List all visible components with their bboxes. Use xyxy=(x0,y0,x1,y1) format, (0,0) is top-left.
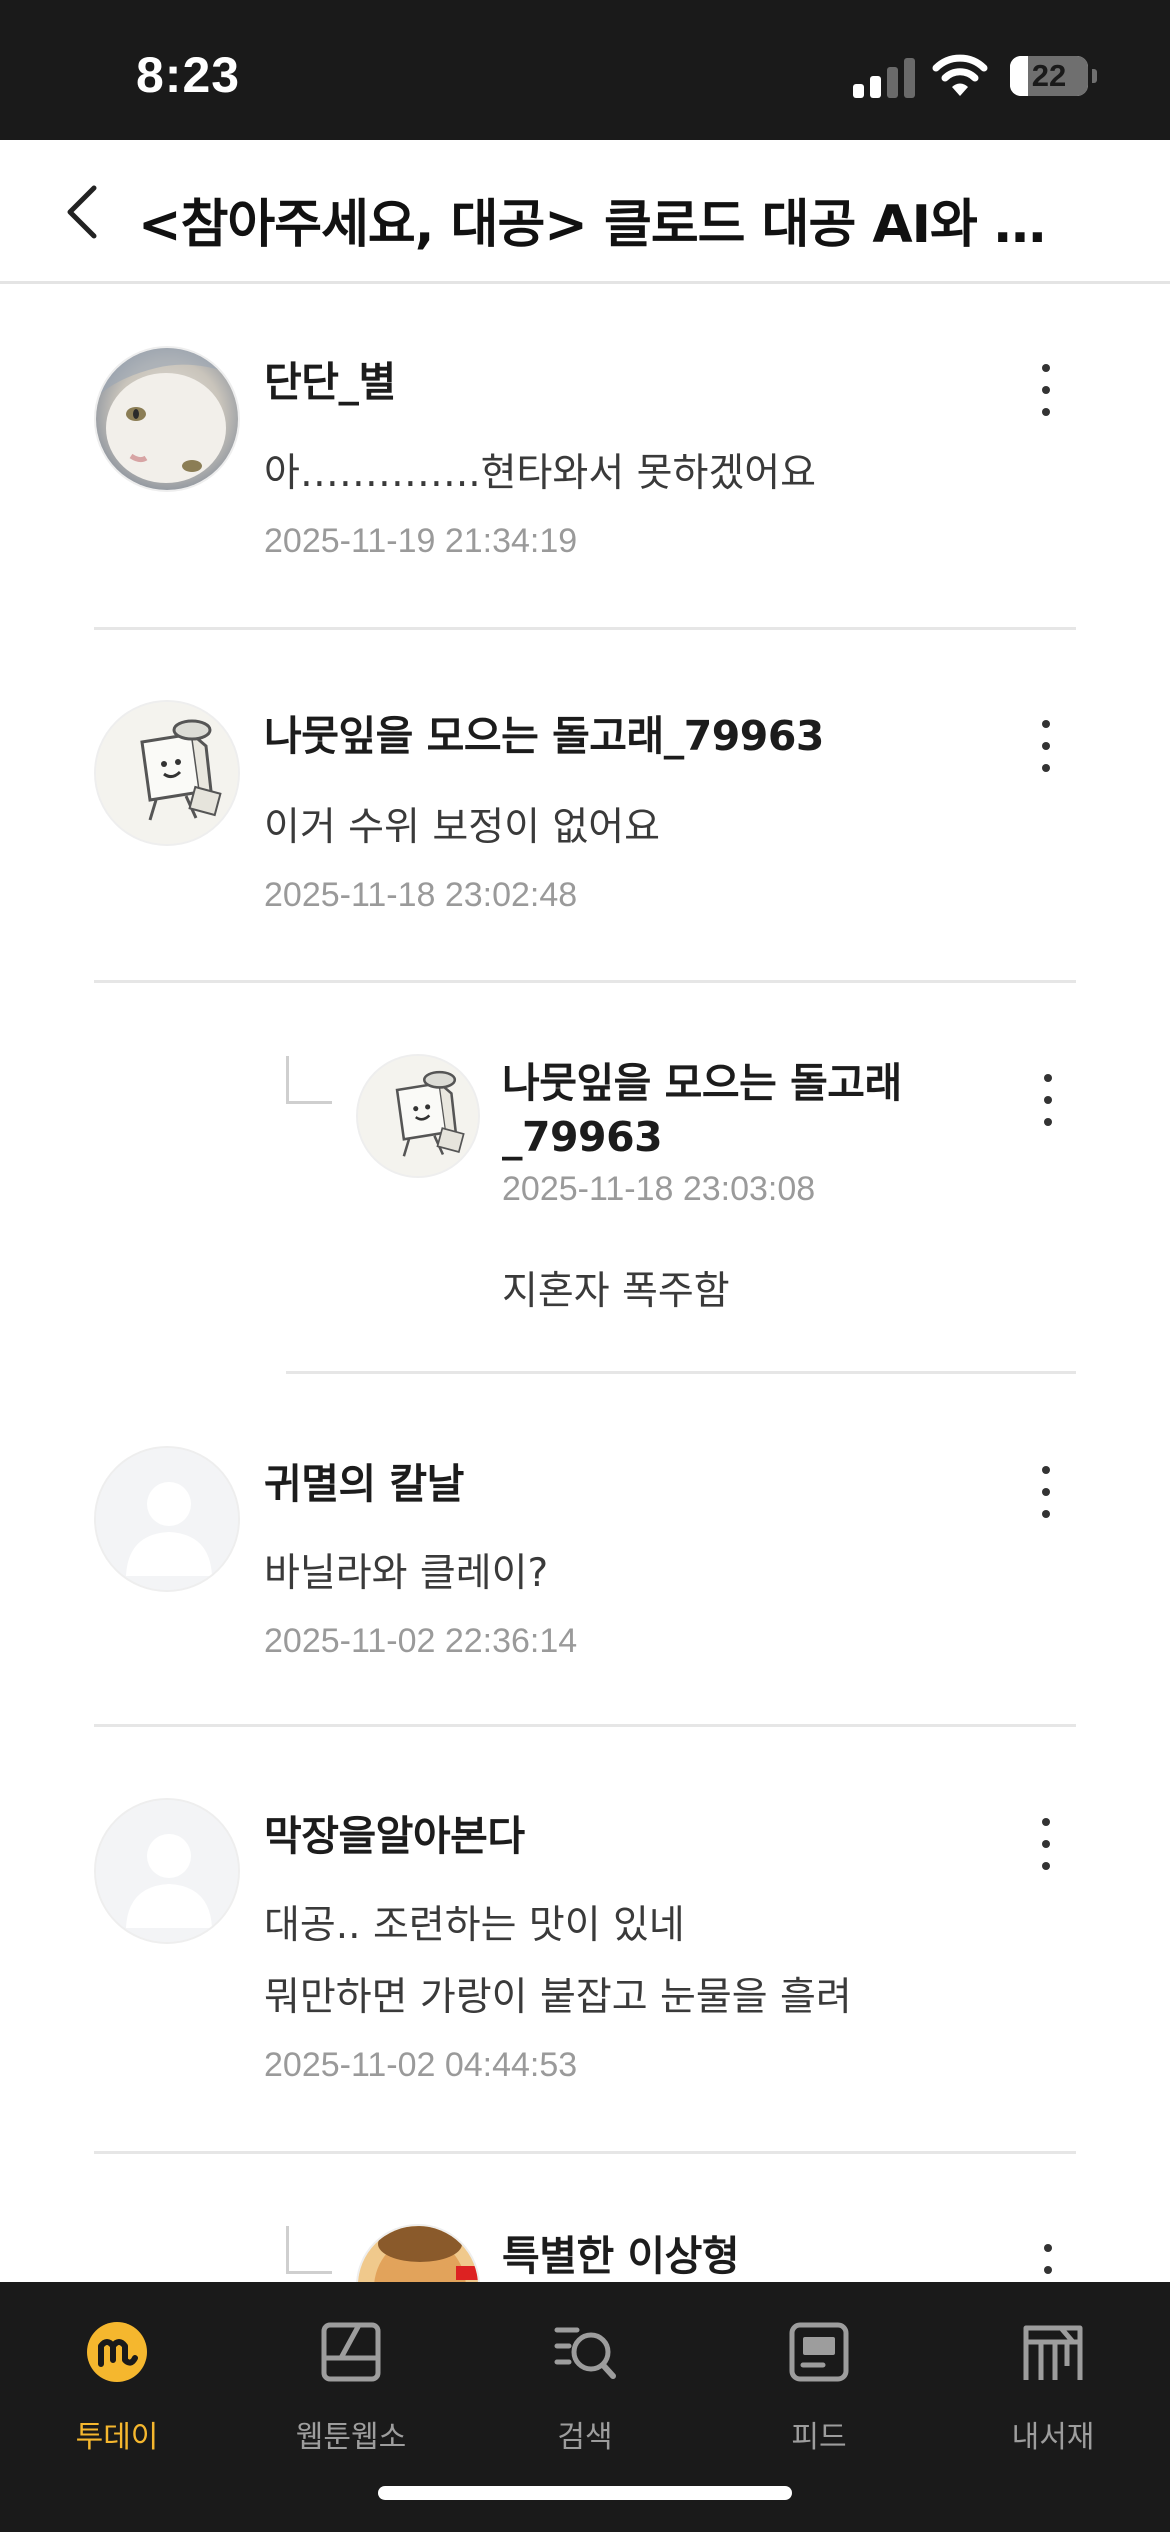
page-title: <참아주세요, 대공> 클로드 대공 AI와 심… xyxy=(138,195,1058,255)
avatar[interactable] xyxy=(94,700,240,846)
nav-label: 웹툰웹소 xyxy=(295,2420,407,2455)
reply-text: 지혼자 폭주함 xyxy=(502,1269,730,1314)
nav-tab-today[interactable]: 투데이 xyxy=(0,2300,234,2455)
comment-timestamp: 2025-11-02 04:44:53 xyxy=(264,2046,578,2084)
status-bar: 8:23 22 xyxy=(0,0,1170,140)
nav-label: 피드 xyxy=(791,2420,847,2455)
more-options-button[interactable] xyxy=(1026,716,1066,776)
comment-text: 바닐라와 클레이? xyxy=(264,1551,549,1596)
default-user-avatar-icon xyxy=(96,1448,238,1590)
character-avatar-image xyxy=(358,2226,478,2282)
divider xyxy=(94,627,1076,630)
divider xyxy=(94,2151,1076,2154)
divider xyxy=(286,1371,1076,1374)
box-character-avatar-image xyxy=(358,1056,478,1176)
default-user-avatar-icon xyxy=(96,1800,238,1942)
more-options-button[interactable] xyxy=(1026,1462,1066,1522)
nav-tab-search[interactable]: 검색 xyxy=(468,2300,702,2455)
nav-tab-feed[interactable]: 피드 xyxy=(702,2300,936,2455)
wifi-icon xyxy=(932,54,988,96)
reply-username-line-2: _79963 xyxy=(502,1113,663,1161)
comment-username[interactable]: 막장을알아본다 xyxy=(264,1802,525,1862)
nav-tab-library[interactable]: 내서재 xyxy=(936,2300,1170,2455)
comment-username[interactable]: 단단_별 xyxy=(264,348,396,408)
avatar[interactable] xyxy=(94,1446,240,1592)
webtoon-icon xyxy=(321,2322,381,2382)
comment-item: 막장을알아본다 대공.. 조련하는 맛이 있네 뭐만하면 가랑이 붙잡고 눈물을… xyxy=(94,1798,1076,2084)
comment-timestamp: 2025-11-18 23:02:48 xyxy=(264,876,578,914)
feed-icon xyxy=(789,2322,849,2382)
comment-text: 뭐만하면 가랑이 붙잡고 눈물을 흘려 xyxy=(264,1975,852,2020)
avatar[interactable] xyxy=(94,1798,240,1944)
comment-username[interactable]: 귀멸의 칼날 xyxy=(264,1450,464,1510)
more-options-button[interactable] xyxy=(1028,1070,1068,1130)
reply-indicator-icon xyxy=(286,1056,332,1104)
status-time: 8:23 xyxy=(136,47,241,103)
comment-text: 아…………..현타와서 못하겠어요 xyxy=(264,451,816,496)
search-icon xyxy=(554,2327,616,2379)
comment-text: 대공.. 조련하는 맛이 있네 xyxy=(264,1903,685,1948)
cat-avatar-image xyxy=(96,348,238,490)
reply-indicator-icon xyxy=(286,2226,332,2274)
cellular-signal-icon xyxy=(853,56,915,98)
comment-timestamp: 2025-11-19 21:34:19 xyxy=(264,522,578,560)
more-options-button[interactable] xyxy=(1026,360,1066,420)
box-character-avatar-image xyxy=(96,702,238,844)
today-m-icon xyxy=(87,2322,147,2382)
more-options-button[interactable] xyxy=(1028,2240,1068,2282)
divider xyxy=(94,980,1076,983)
battery-tip xyxy=(1092,69,1097,83)
divider xyxy=(94,1724,1076,1727)
top-header: <참아주세요, 대공> 클로드 대공 AI와 심… xyxy=(0,140,1170,284)
nav-label: 내서재 xyxy=(1011,2420,1095,2455)
battery-level: 22 xyxy=(1031,58,1067,93)
comment-item: 나뭇잎을 모으는 돌고래_79963 이거 수위 보정이 없어요 2025-11… xyxy=(94,700,1076,920)
avatar[interactable] xyxy=(94,346,240,492)
nav-label: 검색 xyxy=(557,2420,613,2455)
comment-item: 단단_별 아…………..현타와서 못하겠어요 2025-11-19 21:34:… xyxy=(94,346,1076,566)
battery-icon: 22 xyxy=(1010,56,1088,96)
avatar[interactable] xyxy=(356,2224,480,2282)
more-options-button[interactable] xyxy=(1026,1814,1066,1874)
comment-timestamp: 2025-11-02 22:36:14 xyxy=(264,1622,578,1660)
back-button[interactable] xyxy=(56,180,116,244)
comment-text: 이거 수위 보정이 없어요 xyxy=(264,805,660,850)
reply-timestamp: 2025-11-18 23:03:08 xyxy=(502,1170,816,1208)
avatar[interactable] xyxy=(356,1054,480,1178)
reply-username[interactable]: 나뭇잎을 모으는 돌고래 _79963 xyxy=(502,1056,902,1164)
home-indicator[interactable] xyxy=(378,2486,792,2500)
nav-label: 투데이 xyxy=(75,2420,159,2455)
reply-item: 나뭇잎을 모으는 돌고래 _79963 2025-11-18 23:03:08 … xyxy=(356,1054,1076,1314)
comment-item: 귀멸의 칼날 바닐라와 클레이? 2025-11-02 22:36:14 xyxy=(94,1446,1076,1666)
library-icon xyxy=(1023,2325,1083,2380)
comment-username[interactable]: 나뭇잎을 모으는 돌고래_79963 xyxy=(264,702,824,762)
reply-username[interactable]: 특별한 이상형 xyxy=(502,2224,740,2282)
nav-tab-webtoon[interactable]: 웹툰웹소 xyxy=(234,2300,468,2455)
reply-username-line-1: 나뭇잎을 모으는 돌고래 xyxy=(502,1059,902,1107)
reply-item: 특별한 이상형 xyxy=(356,2224,1076,2282)
